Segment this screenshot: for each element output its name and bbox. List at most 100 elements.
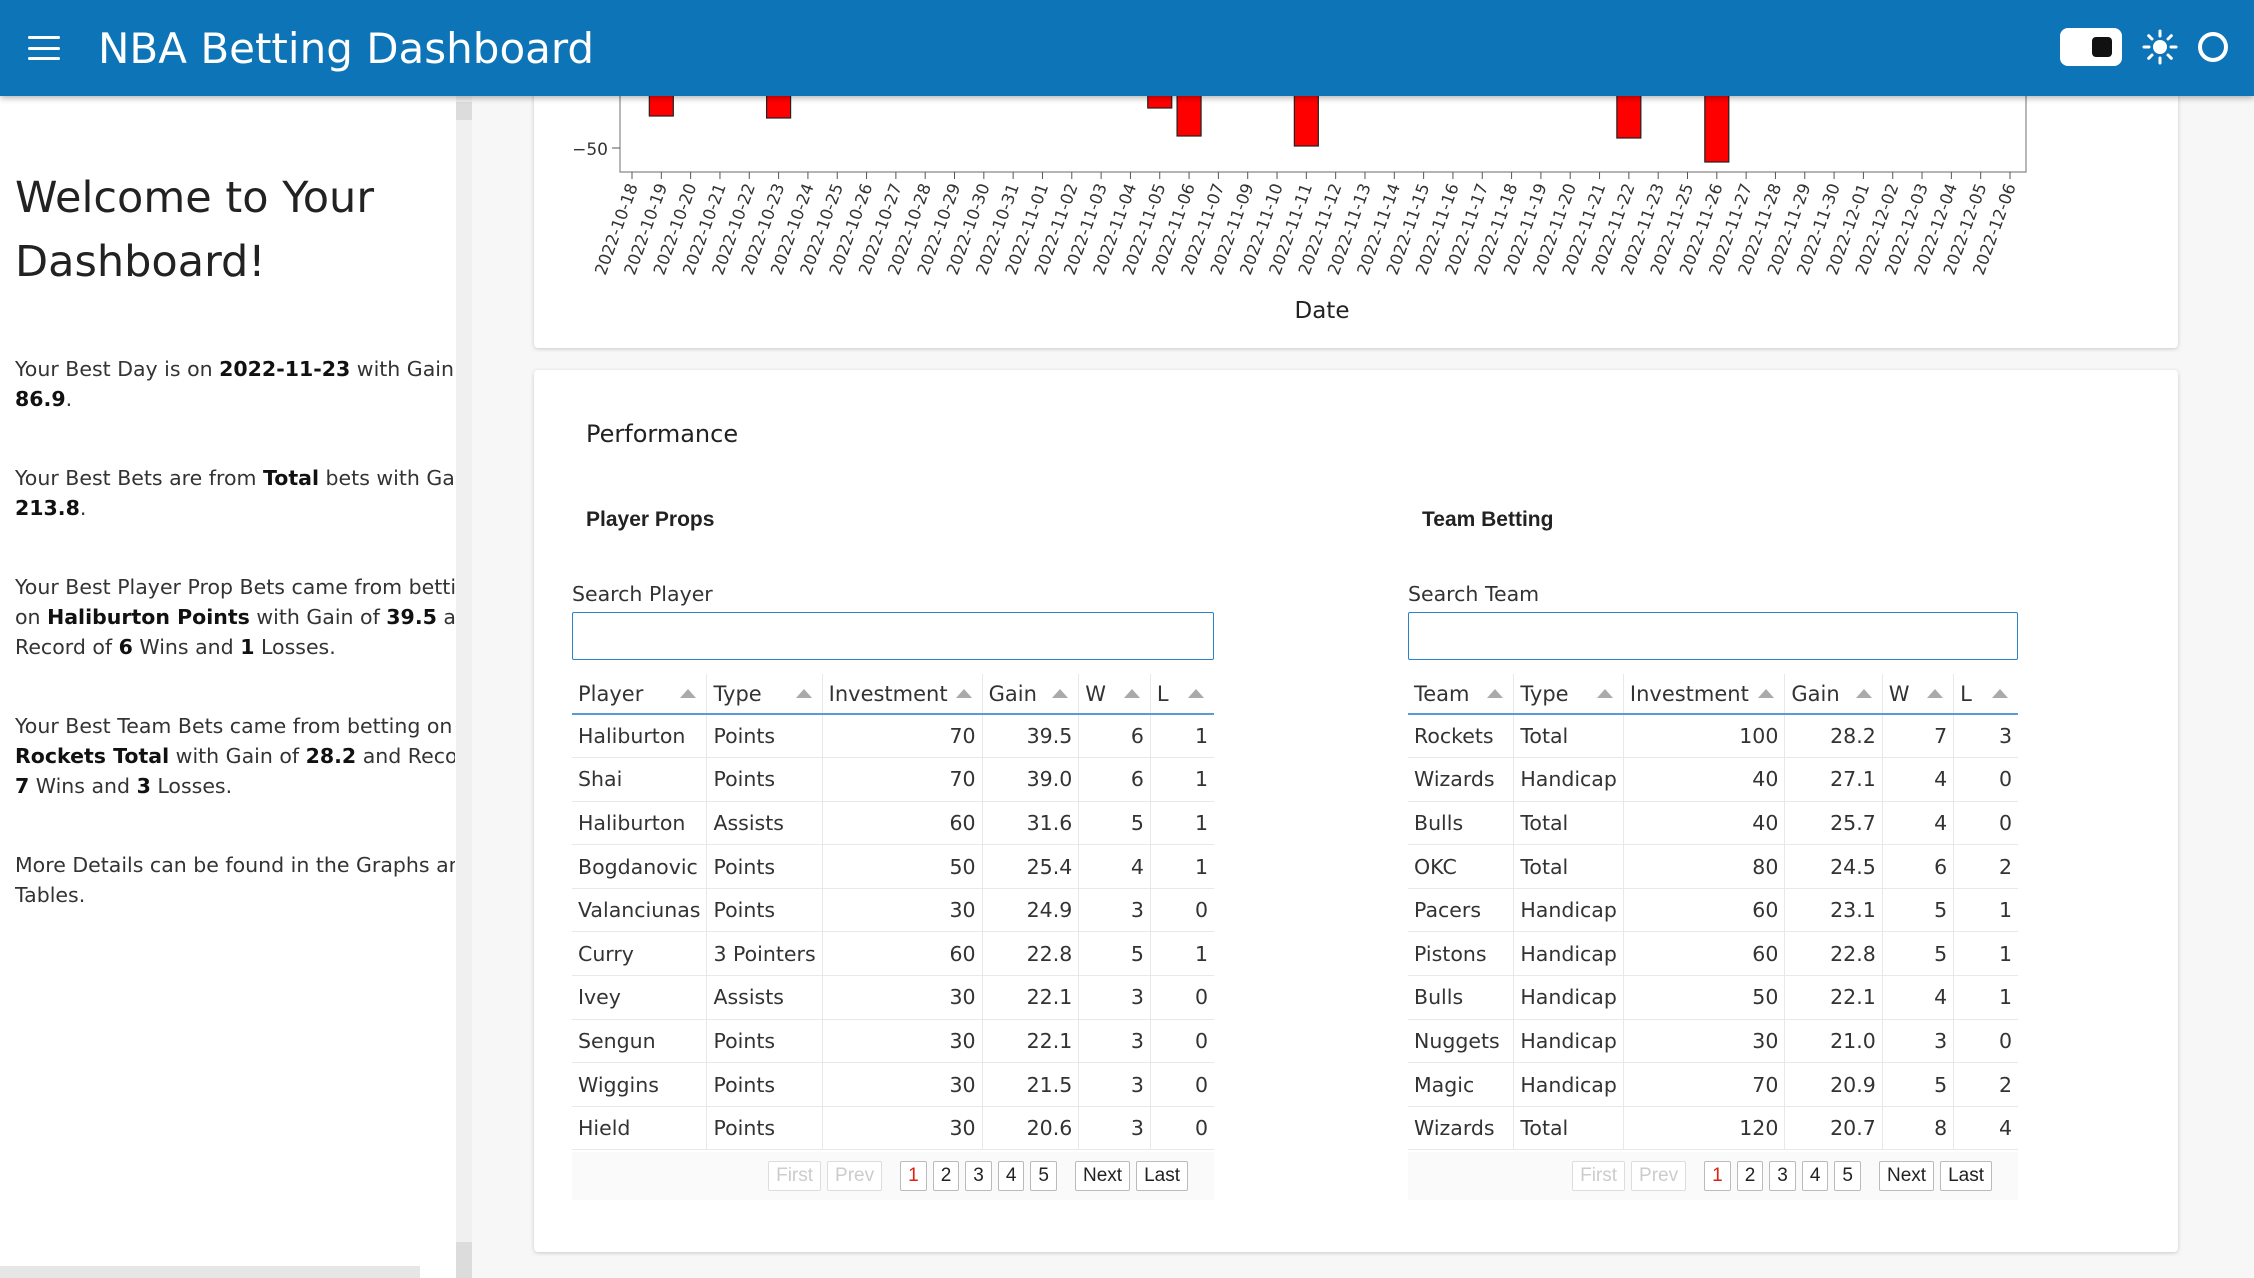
table-row[interactable]: Pacers Handicap 60 23.1 5 1	[1408, 888, 2018, 933]
table-cell: 23.1	[1784, 888, 1883, 933]
best-day-text: Your Best Day is on 2022-11-23 with Gain…	[15, 357, 455, 411]
table-cell: 60	[821, 931, 983, 977]
team-col-header[interactable]: Gain	[1784, 674, 1883, 715]
table-row[interactable]: Bulls Total 40 25.7 4 0	[1408, 801, 2018, 846]
table-row[interactable]: Ivey Assists 30 22.1 3 0	[572, 975, 1214, 1020]
player-col-header[interactable]: Investment	[821, 674, 983, 715]
sort-ascending-icon[interactable]	[1758, 689, 1775, 698]
sort-ascending-icon[interactable]	[795, 689, 812, 698]
prev-page-button[interactable]: Prev	[1631, 1161, 1687, 1191]
table-row[interactable]: Sengun Points 30 22.1 3 0	[572, 1019, 1214, 1064]
sort-ascending-icon[interactable]	[680, 689, 697, 698]
table-row[interactable]: Shai Points 70 39.0 6 1	[572, 757, 1214, 802]
first-page-button[interactable]: First	[1572, 1161, 1626, 1191]
page-3-button[interactable]: 3	[1769, 1161, 1796, 1191]
search-player-input[interactable]	[572, 612, 1214, 660]
page-1-button[interactable]: 1	[1704, 1161, 1731, 1191]
page-1-button[interactable]: 1	[900, 1161, 927, 1191]
best-player-text: Your Best Player Prop Bets came from bet…	[15, 575, 455, 659]
table-cell: 25.7	[1784, 801, 1883, 846]
table-cell: 1	[1953, 975, 2018, 1020]
player-col-header[interactable]: Gain	[981, 674, 1079, 715]
team-col-header[interactable]: Team	[1408, 674, 1514, 715]
page-2-button[interactable]: 2	[932, 1161, 960, 1191]
table-cell: 3	[1078, 1019, 1151, 1064]
page-5-button[interactable]: 5	[1834, 1161, 1861, 1191]
table-row[interactable]: Wiggins Points 30 21.5 3 0	[572, 1062, 1214, 1107]
sort-ascending-icon[interactable]	[1123, 689, 1140, 698]
player-col-header[interactable]: W	[1078, 674, 1151, 715]
sort-ascending-icon[interactable]	[1487, 689, 1504, 698]
page-4-button[interactable]: 4	[997, 1161, 1025, 1191]
page-2-button[interactable]: 2	[1736, 1161, 1764, 1191]
table-cell: 0	[1149, 1106, 1214, 1151]
table-cell: Valanciunas	[572, 888, 707, 933]
player-col-header[interactable]: Player	[572, 674, 707, 715]
table-cell: 50	[821, 844, 983, 889]
table-cell: 2	[1953, 1062, 2018, 1107]
sort-ascending-icon[interactable]	[1927, 689, 1944, 698]
search-team-input[interactable]	[1408, 612, 2018, 660]
table-row[interactable]: Curry 3 Pointers 60 22.8 5 1	[572, 931, 1214, 977]
table-row[interactable]: Bulls Handicap 50 22.1 4 1	[1408, 975, 2018, 1020]
table-row[interactable]: Rockets Total 100 28.2 7 3	[1408, 714, 2018, 759]
gain-by-date-chart-card: −50 2022-10-18 2022-10-19 2022-10-20 2022-1…	[534, 55, 2178, 348]
prev-page-button[interactable]: Prev	[827, 1161, 883, 1191]
table-cell: 120	[1622, 1106, 1785, 1151]
table-cell: Handicap	[1513, 931, 1624, 977]
table-row[interactable]: Hield Points 30 20.6 3 0	[572, 1106, 1214, 1151]
page-4-button[interactable]: 4	[1801, 1161, 1829, 1191]
table-cell: 4	[1953, 1106, 2018, 1151]
table-row[interactable]: Haliburton Points 70 39.5 6 1	[572, 714, 1214, 759]
table-cell: Assists	[706, 975, 823, 1020]
team-col-header[interactable]: Investment	[1622, 674, 1785, 715]
welcome-heading: Welcome to Your Dashboard!	[15, 173, 374, 287]
sidebar-scrollbar[interactable]	[456, 96, 472, 1278]
circle-icon[interactable]	[2198, 32, 2228, 62]
sort-ascending-icon[interactable]	[955, 689, 972, 698]
table-cell: 22.1	[981, 975, 1079, 1020]
page-5-button[interactable]: 5	[1030, 1161, 1057, 1191]
next-page-button[interactable]: Next	[1075, 1161, 1131, 1191]
table-row[interactable]: Wizards Handicap 40 27.1 4 0	[1408, 757, 2018, 802]
sort-ascending-icon[interactable]	[1052, 689, 1069, 698]
table-row[interactable]: Bogdanovic Points 50 25.4 4 1	[572, 844, 1214, 889]
best-bets-text: Your Best Bets are from Total bets with …	[15, 466, 455, 520]
last-page-button[interactable]: Last	[1136, 1161, 1188, 1191]
dark-mode-toggle[interactable]	[2060, 28, 2122, 66]
table-cell: 30	[821, 1106, 983, 1151]
page-3-button[interactable]: 3	[965, 1161, 992, 1191]
first-page-button[interactable]: First	[768, 1161, 822, 1191]
next-page-button[interactable]: Next	[1879, 1161, 1935, 1191]
team-col-header[interactable]: L	[1953, 674, 2018, 715]
table-row[interactable]: Magic Handicap 70 20.9 5 2	[1408, 1062, 2018, 1107]
sort-ascending-icon[interactable]	[1855, 689, 1872, 698]
player-col-header[interactable]: Type	[706, 674, 823, 715]
column-label: Investment	[828, 681, 948, 706]
sidebar-horizontal-scrollbar[interactable]	[0, 1266, 420, 1278]
sort-ascending-icon[interactable]	[1188, 689, 1204, 698]
sun-icon[interactable]	[2142, 29, 2178, 65]
table-row[interactable]: Wizards Total 120 20.7 8 4	[1408, 1106, 2018, 1151]
table-cell: 22.1	[981, 1019, 1079, 1064]
team-col-header[interactable]: Type	[1513, 674, 1624, 715]
table-cell: 60	[1622, 931, 1785, 977]
table-cell: 6	[1078, 757, 1151, 802]
last-page-button[interactable]: Last	[1940, 1161, 1992, 1191]
player-col-header[interactable]: L	[1149, 674, 1214, 715]
team-col-header[interactable]: W	[1881, 674, 1954, 715]
table-row[interactable]: Valanciunas Points 30 24.9 3 0	[572, 888, 1214, 933]
hamburger-menu-icon[interactable]	[28, 36, 60, 60]
table-cell: Total	[1513, 844, 1624, 889]
sort-ascending-icon[interactable]	[1596, 689, 1613, 698]
table-row[interactable]: Haliburton Assists 60 31.6 5 1	[572, 801, 1214, 846]
table-cell: Sengun	[572, 1019, 707, 1064]
sort-ascending-icon[interactable]	[1992, 689, 2008, 698]
table-row[interactable]: Pistons Handicap 60 22.8 5 1	[1408, 931, 2018, 977]
table-row[interactable]: OKC Total 80 24.5 6 2	[1408, 844, 2018, 889]
table-row[interactable]: Nuggets Handicap 30 21.0 3 0	[1408, 1019, 2018, 1064]
table-cell: 21.0	[1784, 1019, 1883, 1064]
team-table-pager: First Prev 1 2 3 4 5 Next Last	[1408, 1152, 2018, 1200]
table-cell: 3	[1078, 1062, 1151, 1107]
table-cell: 30	[821, 1019, 983, 1064]
